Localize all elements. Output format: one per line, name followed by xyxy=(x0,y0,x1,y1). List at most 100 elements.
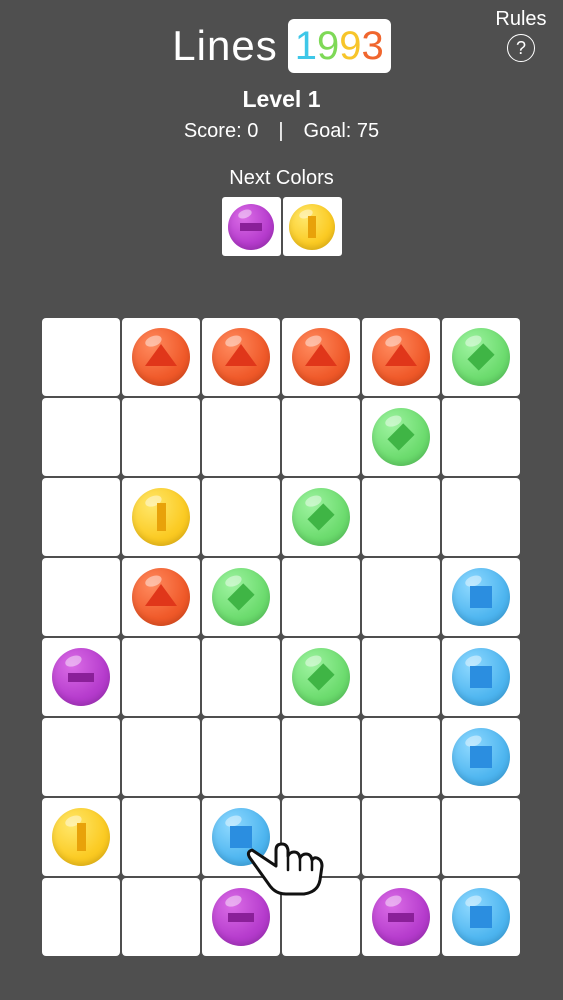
triangle-icon xyxy=(385,344,417,366)
next-colors-label: Next Colors xyxy=(229,167,334,189)
board-cell[interactable] xyxy=(282,318,360,396)
yellow-ball xyxy=(289,203,335,250)
board-cell[interactable] xyxy=(442,638,520,716)
board-cell[interactable] xyxy=(42,878,120,956)
board-cell[interactable] xyxy=(362,398,440,476)
board-cell[interactable] xyxy=(122,718,200,796)
board-cell[interactable] xyxy=(122,638,200,716)
board-cell[interactable] xyxy=(122,798,200,876)
board-cell[interactable] xyxy=(362,878,440,956)
triangle-icon xyxy=(145,584,177,606)
board-cell[interactable] xyxy=(442,398,520,476)
bar-h-icon xyxy=(388,912,414,922)
board-cell[interactable] xyxy=(202,798,280,876)
purple-ball xyxy=(228,203,274,250)
score-separator: | xyxy=(278,120,284,142)
green-ball[interactable] xyxy=(372,408,430,466)
rules-label[interactable]: Rules xyxy=(491,8,551,31)
square-icon xyxy=(470,586,492,608)
board-cell[interactable] xyxy=(282,798,360,876)
diamond-icon xyxy=(467,343,495,371)
score-label: Score: 0 xyxy=(183,120,259,142)
board-cell[interactable] xyxy=(122,318,200,396)
green-ball[interactable] xyxy=(452,328,510,386)
triangle-icon xyxy=(145,344,177,366)
board-cell[interactable] xyxy=(442,318,520,396)
blue-ball[interactable] xyxy=(452,648,510,706)
board-cell[interactable] xyxy=(362,638,440,716)
yellow-ball[interactable] xyxy=(52,808,110,866)
board-cell[interactable] xyxy=(202,318,280,396)
board-cell[interactable] xyxy=(42,638,120,716)
year-digit: 3 xyxy=(361,24,384,68)
board-cell[interactable] xyxy=(282,398,360,476)
board-cell[interactable] xyxy=(442,878,520,956)
board-cell[interactable] xyxy=(442,718,520,796)
board-cell[interactable] xyxy=(362,478,440,556)
board-cell[interactable] xyxy=(42,318,120,396)
board-cell[interactable] xyxy=(122,878,200,956)
red-ball[interactable] xyxy=(132,328,190,386)
board-cell[interactable] xyxy=(202,878,280,956)
diamond-icon xyxy=(307,503,335,531)
red-ball[interactable] xyxy=(292,328,350,386)
blue-ball[interactable] xyxy=(452,568,510,626)
bar-h-icon xyxy=(228,912,254,922)
board-cell[interactable] xyxy=(362,318,440,396)
blue-ball[interactable] xyxy=(452,728,510,786)
triangle-icon xyxy=(305,344,337,366)
square-icon xyxy=(470,666,492,688)
board-cell[interactable] xyxy=(42,798,120,876)
green-ball[interactable] xyxy=(292,488,350,546)
red-ball[interactable] xyxy=(212,328,270,386)
next-ball-slot xyxy=(221,197,281,256)
board-cell[interactable] xyxy=(42,558,120,636)
board-cell[interactable] xyxy=(202,638,280,716)
bar-h-icon xyxy=(68,672,94,682)
board-cell[interactable] xyxy=(282,638,360,716)
board-cell[interactable] xyxy=(362,718,440,796)
board-cell[interactable] xyxy=(202,718,280,796)
board-cell[interactable] xyxy=(42,478,120,556)
red-ball[interactable] xyxy=(372,328,430,386)
next-ball-slot xyxy=(282,197,342,256)
board-cell[interactable] xyxy=(202,478,280,556)
board-cell[interactable] xyxy=(282,718,360,796)
board-cell[interactable] xyxy=(122,478,200,556)
square-icon xyxy=(230,826,252,848)
board-cell[interactable] xyxy=(442,798,520,876)
diamond-icon xyxy=(307,663,335,691)
goal-label: Goal: 75 xyxy=(303,120,380,142)
board-cell[interactable] xyxy=(362,798,440,876)
board-cell[interactable] xyxy=(122,558,200,636)
green-ball[interactable] xyxy=(292,648,350,706)
red-ball[interactable] xyxy=(132,568,190,626)
year-digit: 1 xyxy=(294,24,317,68)
board-cell[interactable] xyxy=(362,558,440,636)
board-cell[interactable] xyxy=(202,398,280,476)
level-label: Level 1 xyxy=(242,86,321,112)
purple-ball[interactable] xyxy=(372,888,430,946)
board-cell[interactable] xyxy=(282,478,360,556)
rules-button[interactable]: Rules ? xyxy=(491,8,551,62)
blue-ball[interactable] xyxy=(452,888,510,946)
board-cell[interactable] xyxy=(202,558,280,636)
purple-ball[interactable] xyxy=(212,888,270,946)
board-cell[interactable] xyxy=(442,478,520,556)
board-cell[interactable] xyxy=(42,398,120,476)
blue-ball[interactable] xyxy=(212,808,270,866)
title-word: Lines xyxy=(172,22,278,69)
green-ball[interactable] xyxy=(212,568,270,626)
board-cell[interactable] xyxy=(282,558,360,636)
help-icon[interactable]: ? xyxy=(507,34,535,62)
score-row: Score: 0 | Goal: 75 xyxy=(0,120,563,143)
purple-ball[interactable] xyxy=(52,648,110,706)
next-colors-preview xyxy=(0,197,563,256)
board-cell[interactable] xyxy=(122,398,200,476)
board-cell[interactable] xyxy=(442,558,520,636)
year-digit: 9 xyxy=(339,24,362,68)
year-digit: 9 xyxy=(316,24,340,68)
board-cell[interactable] xyxy=(282,878,360,956)
yellow-ball[interactable] xyxy=(132,488,190,546)
board-cell[interactable] xyxy=(42,718,120,796)
